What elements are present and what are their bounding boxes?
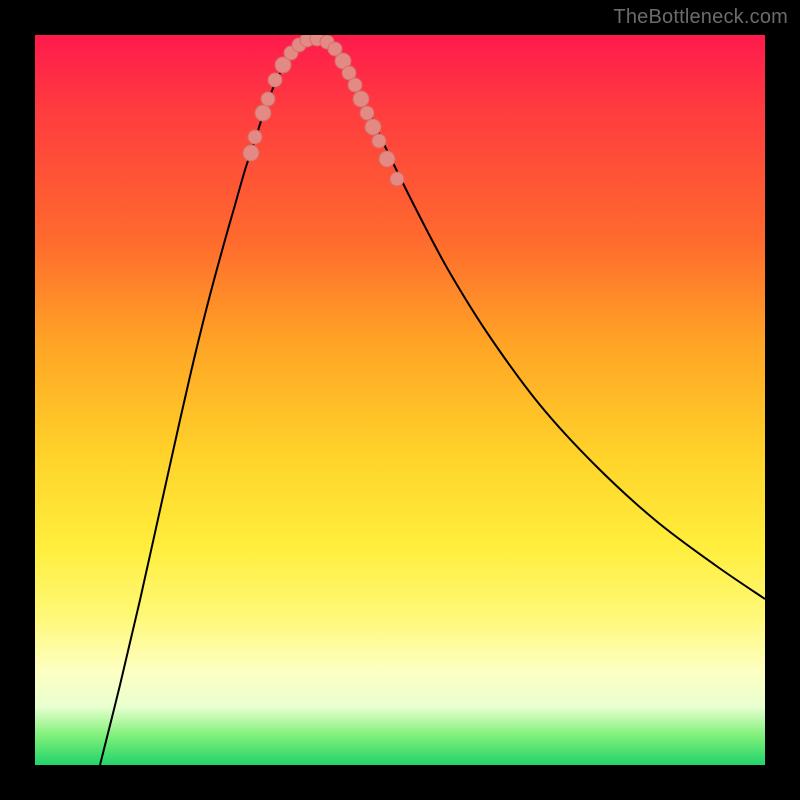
chart-area xyxy=(35,35,765,765)
data-marker xyxy=(353,91,369,107)
data-marker xyxy=(243,145,259,161)
outer-frame: TheBottleneck.com xyxy=(0,0,800,800)
chart-svg xyxy=(35,35,765,765)
bottleneck-curve xyxy=(100,39,765,765)
watermark-text: TheBottleneck.com xyxy=(613,6,788,29)
data-marker xyxy=(379,151,395,167)
data-marker xyxy=(348,78,362,92)
data-marker xyxy=(261,92,275,106)
data-marker xyxy=(390,172,404,186)
data-marker xyxy=(360,106,374,120)
data-markers xyxy=(243,35,404,186)
data-marker xyxy=(248,130,262,144)
data-marker xyxy=(365,119,381,135)
data-marker xyxy=(268,73,282,87)
data-marker xyxy=(372,134,386,148)
data-marker xyxy=(255,105,271,121)
